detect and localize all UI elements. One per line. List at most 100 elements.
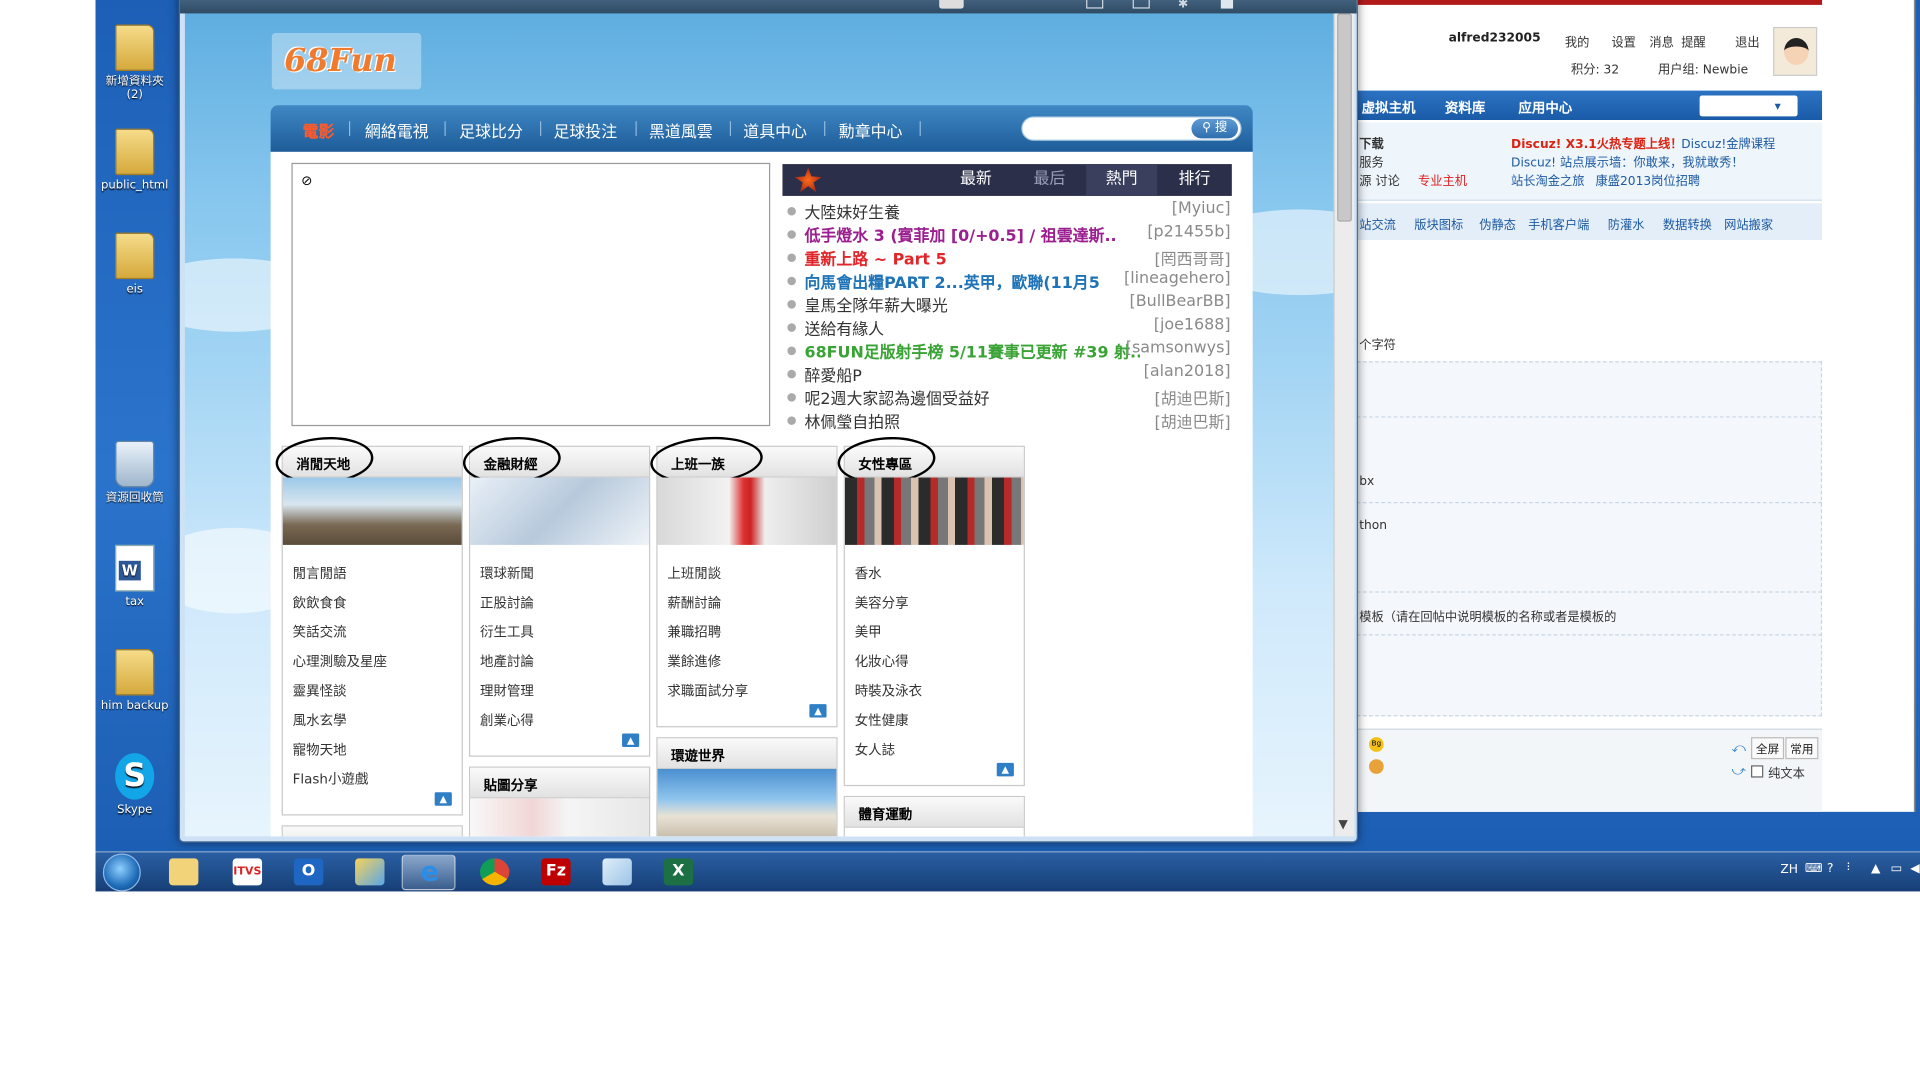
section-header[interactable]: 貼圖分享: [470, 767, 649, 799]
nav-football-scores[interactable]: 足球比分: [459, 119, 523, 142]
window-ctrl-icon[interactable]: [1220, 0, 1234, 9]
fullscreen-button[interactable]: 全屏: [1751, 737, 1785, 760]
settings-icon[interactable]: ✱: [1178, 0, 1188, 11]
common-button[interactable]: 常用: [1785, 737, 1819, 760]
nav-football-betting[interactable]: 足球投注: [553, 119, 617, 142]
avatar[interactable]: [1773, 26, 1818, 76]
section-item[interactable]: 時裝及泳衣: [855, 677, 922, 706]
taskbar-excel[interactable]: X: [651, 855, 705, 891]
post-author[interactable]: [alan2018]: [1144, 362, 1231, 380]
back-to-top-icon[interactable]: ▲: [809, 704, 827, 718]
post-author[interactable]: [胡迪巴斯]: [1155, 409, 1231, 432]
keyboard-icon[interactable]: ⌨: [1805, 862, 1823, 875]
scrollbar-thumb[interactable]: [1337, 13, 1352, 222]
show-hidden-icons[interactable]: ▲: [1871, 862, 1880, 875]
nav-movies[interactable]: 電影: [302, 119, 334, 142]
post-row[interactable]: 68FUN足版射手榜 5/11賽事已更新 #39 射.. [samsonwys]: [787, 339, 1231, 362]
section-item[interactable]: 環球新聞: [480, 560, 534, 589]
promo-hot-topic-link[interactable]: Discuz! X3.1火热专题上线！: [1511, 133, 1682, 151]
post-title[interactable]: 低手燈水 3 (賓菲加 [0/+0.5] / 祖雲達斯..: [804, 223, 1140, 246]
link-data-convert[interactable]: 数据转换: [1663, 214, 1712, 232]
user-menu-alerts[interactable]: 提醒: [1681, 32, 1705, 50]
points-label[interactable]: 积分: 32: [1571, 59, 1619, 77]
media-player-box[interactable]: ⊘: [291, 162, 771, 427]
section-item[interactable]: 創業心得: [480, 707, 534, 736]
section-item[interactable]: 業餘進修: [667, 648, 748, 677]
banner-download-link[interactable]: 下载: [1359, 133, 1383, 151]
vertical-scrollbar[interactable]: ▼: [1333, 13, 1355, 837]
taskbar-explorer[interactable]: [157, 855, 211, 891]
section-item[interactable]: 風水玄學: [293, 707, 387, 736]
plain-text-checkbox[interactable]: [1751, 765, 1764, 778]
nav-item-center[interactable]: 道具中心: [743, 119, 807, 142]
user-menu-settings[interactable]: 设置: [1611, 32, 1635, 50]
section-item[interactable]: 女性健康: [855, 707, 922, 736]
post-row[interactable]: 皇馬全隊年薪大曝光 [BullBearBB]: [787, 293, 1231, 316]
post-title[interactable]: 向馬會出糧PART 2...英甲，歐聯(11月5: [804, 269, 1140, 292]
post-row[interactable]: 送給有緣人 [joe1688]: [787, 316, 1231, 339]
post-title[interactable]: 林佩瑩自拍照: [804, 409, 1140, 432]
page-viewport[interactable]: 68Fun 電影 網絡電視 足球比分 足球投注 黑道風雲 道具中心 勳章中心 ⚲…: [184, 13, 1334, 837]
section-header[interactable]: 環遊世界: [657, 738, 837, 769]
promo-webmaster-link[interactable]: 站长淘金之旅: [1511, 170, 1584, 188]
nav-gangster[interactable]: 黑道風雲: [649, 119, 713, 142]
back-to-top-icon[interactable]: ▲: [622, 733, 640, 747]
post-row[interactable]: 向馬會出糧PART 2...英甲，歐聯(11月5 [lineagehero]: [787, 269, 1231, 293]
section-item[interactable]: 笑話交流: [293, 618, 387, 647]
section-item[interactable]: 靈異怪談: [293, 677, 387, 706]
bg-color-icon[interactable]: Bg: [1368, 737, 1384, 752]
post-title[interactable]: 68FUN足版射手榜 5/11賽事已更新 #39 射..: [804, 339, 1140, 362]
section-item[interactable]: 正股討論: [480, 589, 534, 618]
post-author[interactable]: [罔西哥哥]: [1155, 246, 1231, 269]
taskbar-internet-explorer[interactable]: e: [401, 854, 456, 891]
post-title[interactable]: 呢2週大家認為邊個受益好: [804, 386, 1140, 409]
section-item[interactable]: 閒言閒語: [293, 560, 387, 589]
section-item[interactable]: 香水: [855, 560, 922, 589]
post-form-area[interactable]: [1356, 361, 1823, 717]
user-menu-logout[interactable]: 退出: [1735, 32, 1759, 50]
help-icon[interactable]: ?: [1827, 862, 1834, 875]
post-author[interactable]: [胡迪巴斯]: [1155, 386, 1231, 409]
banner-service-link[interactable]: 服务: [1359, 152, 1383, 170]
taskbar-filezilla[interactable]: Fz: [529, 855, 583, 891]
post-row[interactable]: 醉愛船P [alan2018]: [787, 362, 1231, 386]
post-title[interactable]: 醉愛船P: [804, 362, 1140, 385]
post-title[interactable]: 送給有緣人: [804, 316, 1140, 339]
search-button[interactable]: ⚲ 搜: [1191, 118, 1238, 139]
promo-jobs-link[interactable]: 康盛2013岗位招聘: [1596, 170, 1701, 188]
nav-app-center[interactable]: 应用中心: [1518, 98, 1572, 118]
back-to-top-icon[interactable]: ▲: [434, 792, 452, 806]
section-item[interactable]: 上班閒談: [667, 560, 748, 589]
post-author[interactable]: [samsonwys]: [1126, 339, 1231, 357]
desktop-icon-skype[interactable]: S Skype: [98, 753, 171, 817]
taskbar-notes[interactable]: [590, 855, 644, 891]
quick-nav-button[interactable]: 快捷导航 ▾: [1699, 95, 1798, 117]
window-ctrl-icon[interactable]: [1132, 0, 1150, 9]
user-icon[interactable]: [1368, 759, 1384, 774]
nav-virtual-host[interactable]: 虚拟主机: [1362, 98, 1416, 118]
search-input[interactable]: ⚲ 搜: [1021, 116, 1242, 141]
post-title[interactable]: 重新上路 ~ Part 5: [804, 246, 1140, 269]
background-browser-window[interactable]: alfred232005 我的 设置 消息 提醒 退出 积分: 32 用户组: …: [1356, 0, 1916, 812]
desktop-icon-new-folder[interactable]: 新增資料夾 (2): [98, 24, 171, 102]
post-row[interactable]: 大陸妹好生養 [Myiuc]: [787, 200, 1231, 223]
tab-latest[interactable]: 最新: [939, 164, 1012, 196]
post-title[interactable]: 皇馬全隊年薪大曝光: [804, 293, 1140, 316]
taskbar-paint[interactable]: [343, 855, 397, 891]
user-menu-my[interactable]: 我的: [1565, 32, 1589, 50]
post-row[interactable]: 林佩瑩自拍照 [胡迪巴斯]: [787, 409, 1231, 432]
section-item[interactable]: 化妝心得: [855, 648, 922, 677]
section-item[interactable]: 女人誌: [855, 736, 922, 765]
scroll-down-icon[interactable]: ▼: [1338, 818, 1347, 831]
link-forum-icons[interactable]: 版块图标: [1414, 214, 1463, 232]
site-logo[interactable]: 68Fun: [271, 33, 422, 90]
user-menu-messages[interactable]: 消息: [1649, 32, 1673, 50]
post-author[interactable]: [Myiuc]: [1172, 200, 1231, 218]
nav-library[interactable]: 资料库: [1445, 98, 1485, 118]
input-method-icon[interactable]: ⁝: [1847, 861, 1851, 874]
promo-showcase-link[interactable]: Discuz! 站点展示墙：你敢来，我就敢秀！: [1511, 152, 1744, 170]
banner-discuss-link[interactable]: 源 讨论: [1359, 170, 1400, 188]
section-item[interactable]: 飲飲食食: [293, 589, 387, 618]
back-to-top-icon[interactable]: ▲: [996, 762, 1014, 777]
post-author[interactable]: [lineagehero]: [1124, 269, 1231, 287]
